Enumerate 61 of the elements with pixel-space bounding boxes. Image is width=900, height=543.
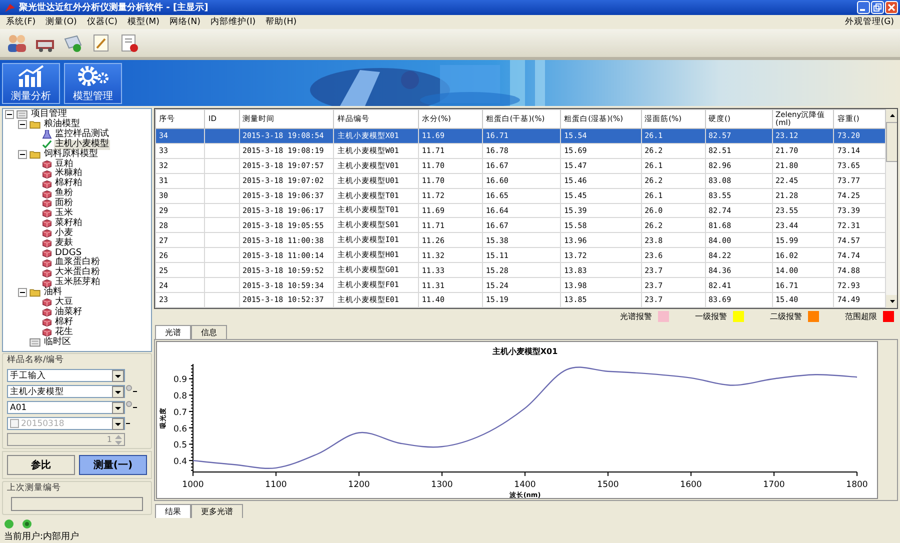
tree-item[interactable]: 项目管理	[30, 110, 68, 120]
menu-item[interactable]: 内部维护(I)	[210, 16, 256, 28]
dropdown[interactable]: A01	[7, 401, 125, 414]
tree-item[interactable]: 监控样品测试	[54, 130, 110, 140]
tree-item[interactable]: 油料	[43, 288, 63, 298]
legend-label: 一级报警	[695, 311, 727, 322]
tick-label: 0.9	[173, 375, 187, 386]
tab[interactable]: 结果	[155, 504, 191, 518]
tick-label: 0.7	[173, 408, 187, 418]
tick-label: 0.4	[173, 457, 187, 468]
status-text: 当前用户:内部用户	[4, 530, 80, 543]
tree-item[interactable]: 饲料原料模型	[43, 150, 99, 160]
tick-label: 1000	[182, 480, 204, 490]
tree-item[interactable]: 大豆	[54, 298, 74, 308]
tab[interactable]: 更多光谱	[191, 504, 243, 518]
tree-item[interactable]: 玉米	[54, 208, 74, 219]
tick-label: 1400	[514, 480, 536, 490]
legend-label: 光谱报警	[620, 311, 652, 322]
tree-item[interactable]: 棉籽	[54, 318, 74, 328]
tree-item[interactable]: 菜籽粕	[54, 218, 83, 229]
tick-label: 0.5	[173, 440, 187, 451]
legend-label: 范围超限	[845, 311, 877, 322]
tick-label: 1200	[348, 480, 370, 490]
menu-item[interactable]: 帮助(H)	[266, 16, 297, 28]
menu-item[interactable]: 网络(N)	[169, 16, 200, 28]
dropdown[interactable]: 主机小麦模型	[7, 385, 125, 398]
tree-item[interactable]: 临时区	[43, 338, 72, 348]
tree-item[interactable]: 麦麸	[54, 238, 74, 248]
action-button[interactable]: 参比	[7, 455, 75, 475]
menu-item[interactable]: 外观管理(G)	[844, 16, 894, 28]
tick-label: 1500	[597, 480, 619, 490]
menu-item[interactable]: 系统(F)	[6, 16, 36, 28]
window-title: 聚光世达近红外分析仪测量分析软件 - [主显示]	[19, 1, 208, 14]
tab[interactable]: 光谱	[155, 325, 191, 339]
menu-item[interactable]: 模型(M)	[127, 16, 160, 28]
module-button[interactable]: 测量分析	[2, 63, 60, 104]
tick-label: 1100	[265, 480, 287, 490]
module-button[interactable]: 模型管理	[64, 63, 122, 104]
tick-label: 1600	[680, 480, 702, 490]
menu-item[interactable]: 测量(O)	[46, 16, 77, 28]
tree-item[interactable]: 小麦	[54, 228, 74, 239]
tab[interactable]: 信息	[191, 325, 227, 339]
group-title: 样品名称/编号	[7, 354, 65, 366]
tree-item[interactable]: 油菜籽	[54, 308, 83, 318]
dropdown[interactable]: 手工输入	[7, 369, 125, 382]
tree-item[interactable]: 鱼粉	[54, 189, 74, 199]
action-button[interactable]: 测量(一)	[79, 455, 147, 475]
tree-item[interactable]: 玉米胚芽粕	[54, 278, 101, 288]
tree-item[interactable]: 主机小麦模型	[54, 140, 110, 150]
tree-item[interactable]: 粮油模型	[43, 120, 81, 130]
tick-label: 1300	[431, 480, 453, 490]
tick-label: 1700	[763, 480, 785, 490]
tree-item[interactable]: 面粉	[54, 199, 74, 209]
tick-label: 0.8	[173, 392, 187, 402]
tree-item[interactable]: 花生	[54, 328, 74, 338]
tick-label: 0.6	[173, 424, 187, 434]
tick-label: 1800	[846, 480, 868, 490]
chart-title: 主机小麦模型X01	[492, 347, 558, 356]
legend-label: 二级报警	[770, 311, 802, 322]
group-title: 上次测量编号	[7, 482, 62, 494]
menu-item[interactable]: 仪器(C)	[86, 16, 118, 28]
